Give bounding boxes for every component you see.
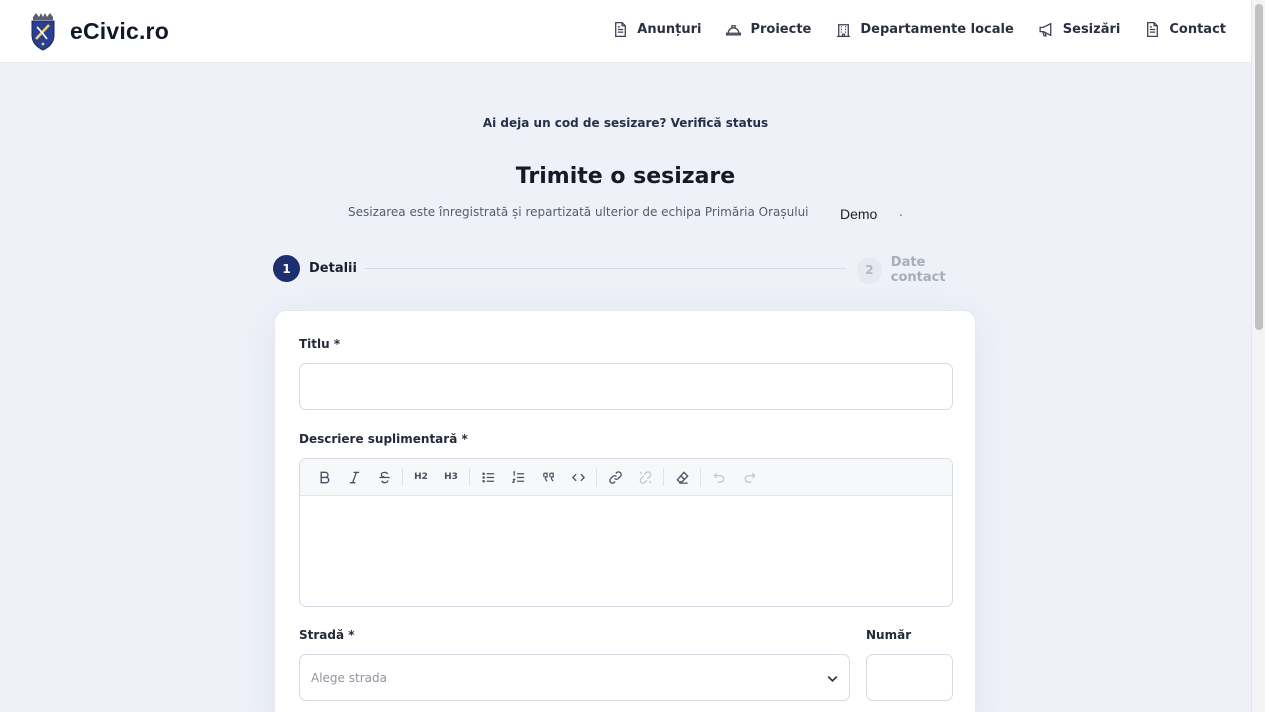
brand-name: eCivic.ro: [70, 17, 169, 44]
step-details[interactable]: 1 Detalii: [273, 255, 357, 282]
nav-label: Proiecte: [750, 22, 812, 37]
street-select[interactable]: Alege strada: [299, 654, 850, 701]
nav-label: Sesizări: [1062, 22, 1121, 37]
step-contact[interactable]: 2 Date contact: [857, 255, 977, 285]
description-editor: H2 H3: [299, 458, 953, 607]
megaphone-icon: [1039, 22, 1052, 37]
verify-status-row: Ai deja un cod de sesizare? Verifică sta…: [0, 116, 1251, 130]
bullet-list-icon[interactable]: [473, 464, 503, 490]
building-icon: [837, 24, 851, 38]
unlink-icon[interactable]: [630, 464, 660, 490]
step-label: Date contact: [890, 255, 946, 285]
heading-2-icon[interactable]: H2: [406, 464, 436, 490]
document-icon: [1147, 21, 1159, 38]
editor-toolbar: H2 H3: [300, 459, 952, 496]
quote-icon[interactable]: [533, 464, 563, 490]
street-placeholder: Alege strada: [311, 671, 387, 685]
heading-3-icon[interactable]: H3: [436, 464, 466, 490]
nav-item-sesizari[interactable]: Sesizări: [1038, 21, 1121, 38]
nav-label: Anunțuri: [637, 22, 702, 37]
form-stepper: 1 Detalii 2 Date contact: [273, 255, 977, 285]
bold-icon[interactable]: [309, 464, 339, 490]
subtitle-text: Sesizarea este înregistrată și repartiza…: [348, 205, 809, 219]
step-number: 2: [857, 256, 882, 284]
strikethrough-icon[interactable]: [369, 464, 399, 490]
title-label: Titlu *: [299, 337, 341, 351]
step-label: Detalii: [309, 261, 357, 276]
nav-item-departamente[interactable]: Departamente locale: [835, 21, 1014, 38]
h2-label: H2: [414, 472, 428, 482]
page-title: Trimite o sesizare: [515, 164, 736, 189]
number-label: Număr: [866, 628, 912, 642]
nav-item-anunturi[interactable]: Anunțuri: [612, 21, 701, 38]
main-nav: Anunțuri Proiecte Departamente locale Se…: [588, 21, 1226, 38]
verify-status-link[interactable]: Ai deja un cod de sesizare? Verifică sta…: [483, 116, 768, 130]
toolbar-separator: [596, 468, 597, 486]
h3-label: H3: [444, 472, 458, 482]
nav-item-proiecte[interactable]: Proiecte: [725, 21, 811, 38]
nav-label: Departamente locale: [860, 22, 1014, 37]
form-card: Titlu * Descriere suplimentară * H2 H3 S…: [274, 310, 976, 712]
city-crest-icon: [31, 13, 55, 51]
ordered-list-icon[interactable]: [503, 464, 533, 490]
redo-icon[interactable]: [734, 464, 764, 490]
toolbar-separator: [700, 468, 701, 486]
description-label: Descriere suplimentară *: [299, 432, 468, 446]
clear-format-icon[interactable]: [667, 464, 697, 490]
city-name: Demo: [840, 206, 878, 222]
logo[interactable]: eCivic.ro: [29, 11, 169, 51]
step-number: 1: [273, 255, 300, 282]
link-icon[interactable]: [600, 464, 630, 490]
toolbar-separator: [469, 468, 470, 486]
step-connector: [365, 268, 846, 269]
page-subtitle: Sesizarea este înregistrată și repartiza…: [348, 205, 903, 222]
title-input[interactable]: [299, 363, 953, 410]
document-icon: [615, 21, 627, 38]
subtitle-dot: .: [899, 205, 903, 219]
nav-label: Contact: [1169, 22, 1226, 37]
page-scrollbar[interactable]: [1251, 0, 1265, 712]
code-icon[interactable]: [563, 464, 593, 490]
italic-icon[interactable]: [339, 464, 369, 490]
toolbar-separator: [402, 468, 403, 486]
nav-item-contact[interactable]: Contact: [1144, 21, 1226, 38]
street-label: Stradă *: [299, 628, 355, 642]
toolbar-separator: [663, 468, 664, 486]
number-input[interactable]: [866, 654, 953, 701]
undo-icon[interactable]: [704, 464, 734, 490]
scrollbar-thumb[interactable]: [1255, 4, 1263, 330]
top-header: eCivic.ro Anunțuri Proiecte Departamente…: [0, 0, 1251, 63]
chevron-down-icon: [827, 676, 838, 683]
hard-hat-icon: [726, 25, 742, 36]
editor-content-area[interactable]: [300, 496, 952, 606]
